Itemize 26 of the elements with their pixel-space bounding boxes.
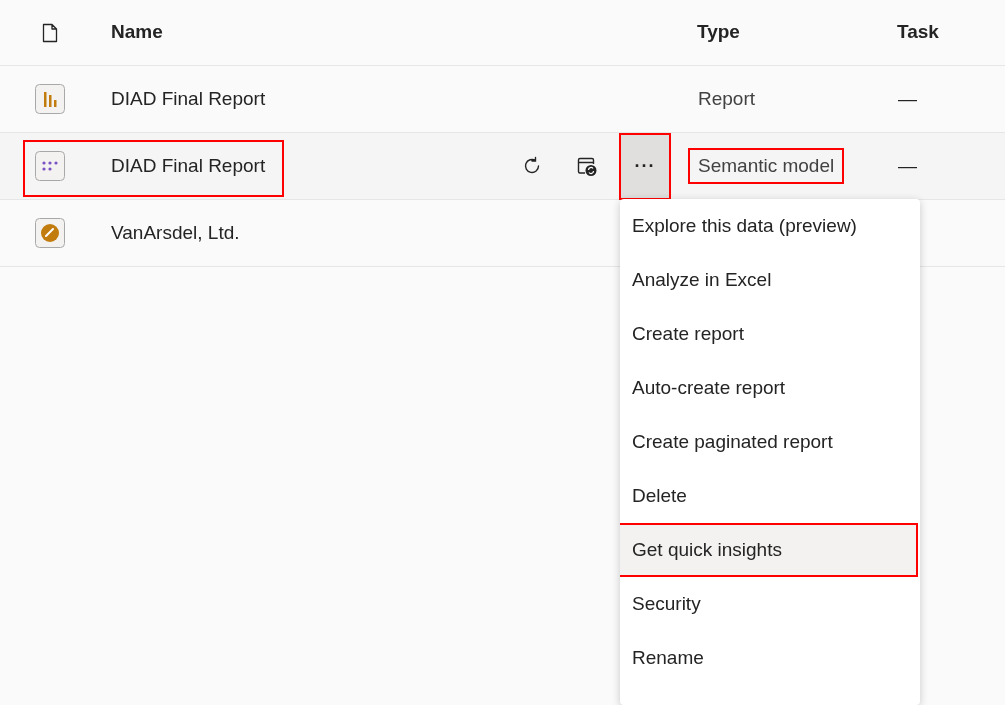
file-icon — [42, 22, 58, 43]
dot-grid-icon — [35, 151, 65, 181]
item-name[interactable]: DIAD Final Report — [111, 84, 266, 114]
item-task: — — [897, 86, 917, 111]
gauge-icon — [35, 218, 65, 248]
more-options-button[interactable]: ··· — [619, 132, 671, 200]
bar-chart-icon — [35, 84, 65, 114]
menu-item[interactable]: Delete — [620, 469, 920, 523]
item-type: Semantic model — [688, 147, 845, 185]
menu-item[interactable]: Create paginated report — [620, 415, 920, 469]
menu-item[interactable]: Explore this data (preview) — [620, 199, 920, 253]
column-header[interactable]: Task — [897, 18, 939, 47]
menu-item[interactable]: Security — [620, 577, 920, 631]
item-type: Report — [697, 86, 757, 111]
column-header[interactable]: Name — [111, 21, 163, 43]
menu-item[interactable]: Create report — [620, 307, 920, 361]
item-name[interactable]: DIAD Final Report — [111, 151, 266, 181]
refresh-icon — [522, 156, 542, 176]
menu-item[interactable]: Analyze in Excel — [620, 253, 920, 307]
menu-item[interactable]: Auto-create report — [620, 361, 920, 415]
item-task: — — [897, 153, 917, 178]
calendar-refresh-icon — [576, 155, 598, 177]
menu-item[interactable]: Get quick insights — [620, 523, 918, 577]
column-header[interactable]: Type — [697, 21, 740, 43]
item-name[interactable]: VanArsdel, Ltd. — [111, 218, 240, 248]
menu-item[interactable]: Rename — [620, 631, 920, 685]
